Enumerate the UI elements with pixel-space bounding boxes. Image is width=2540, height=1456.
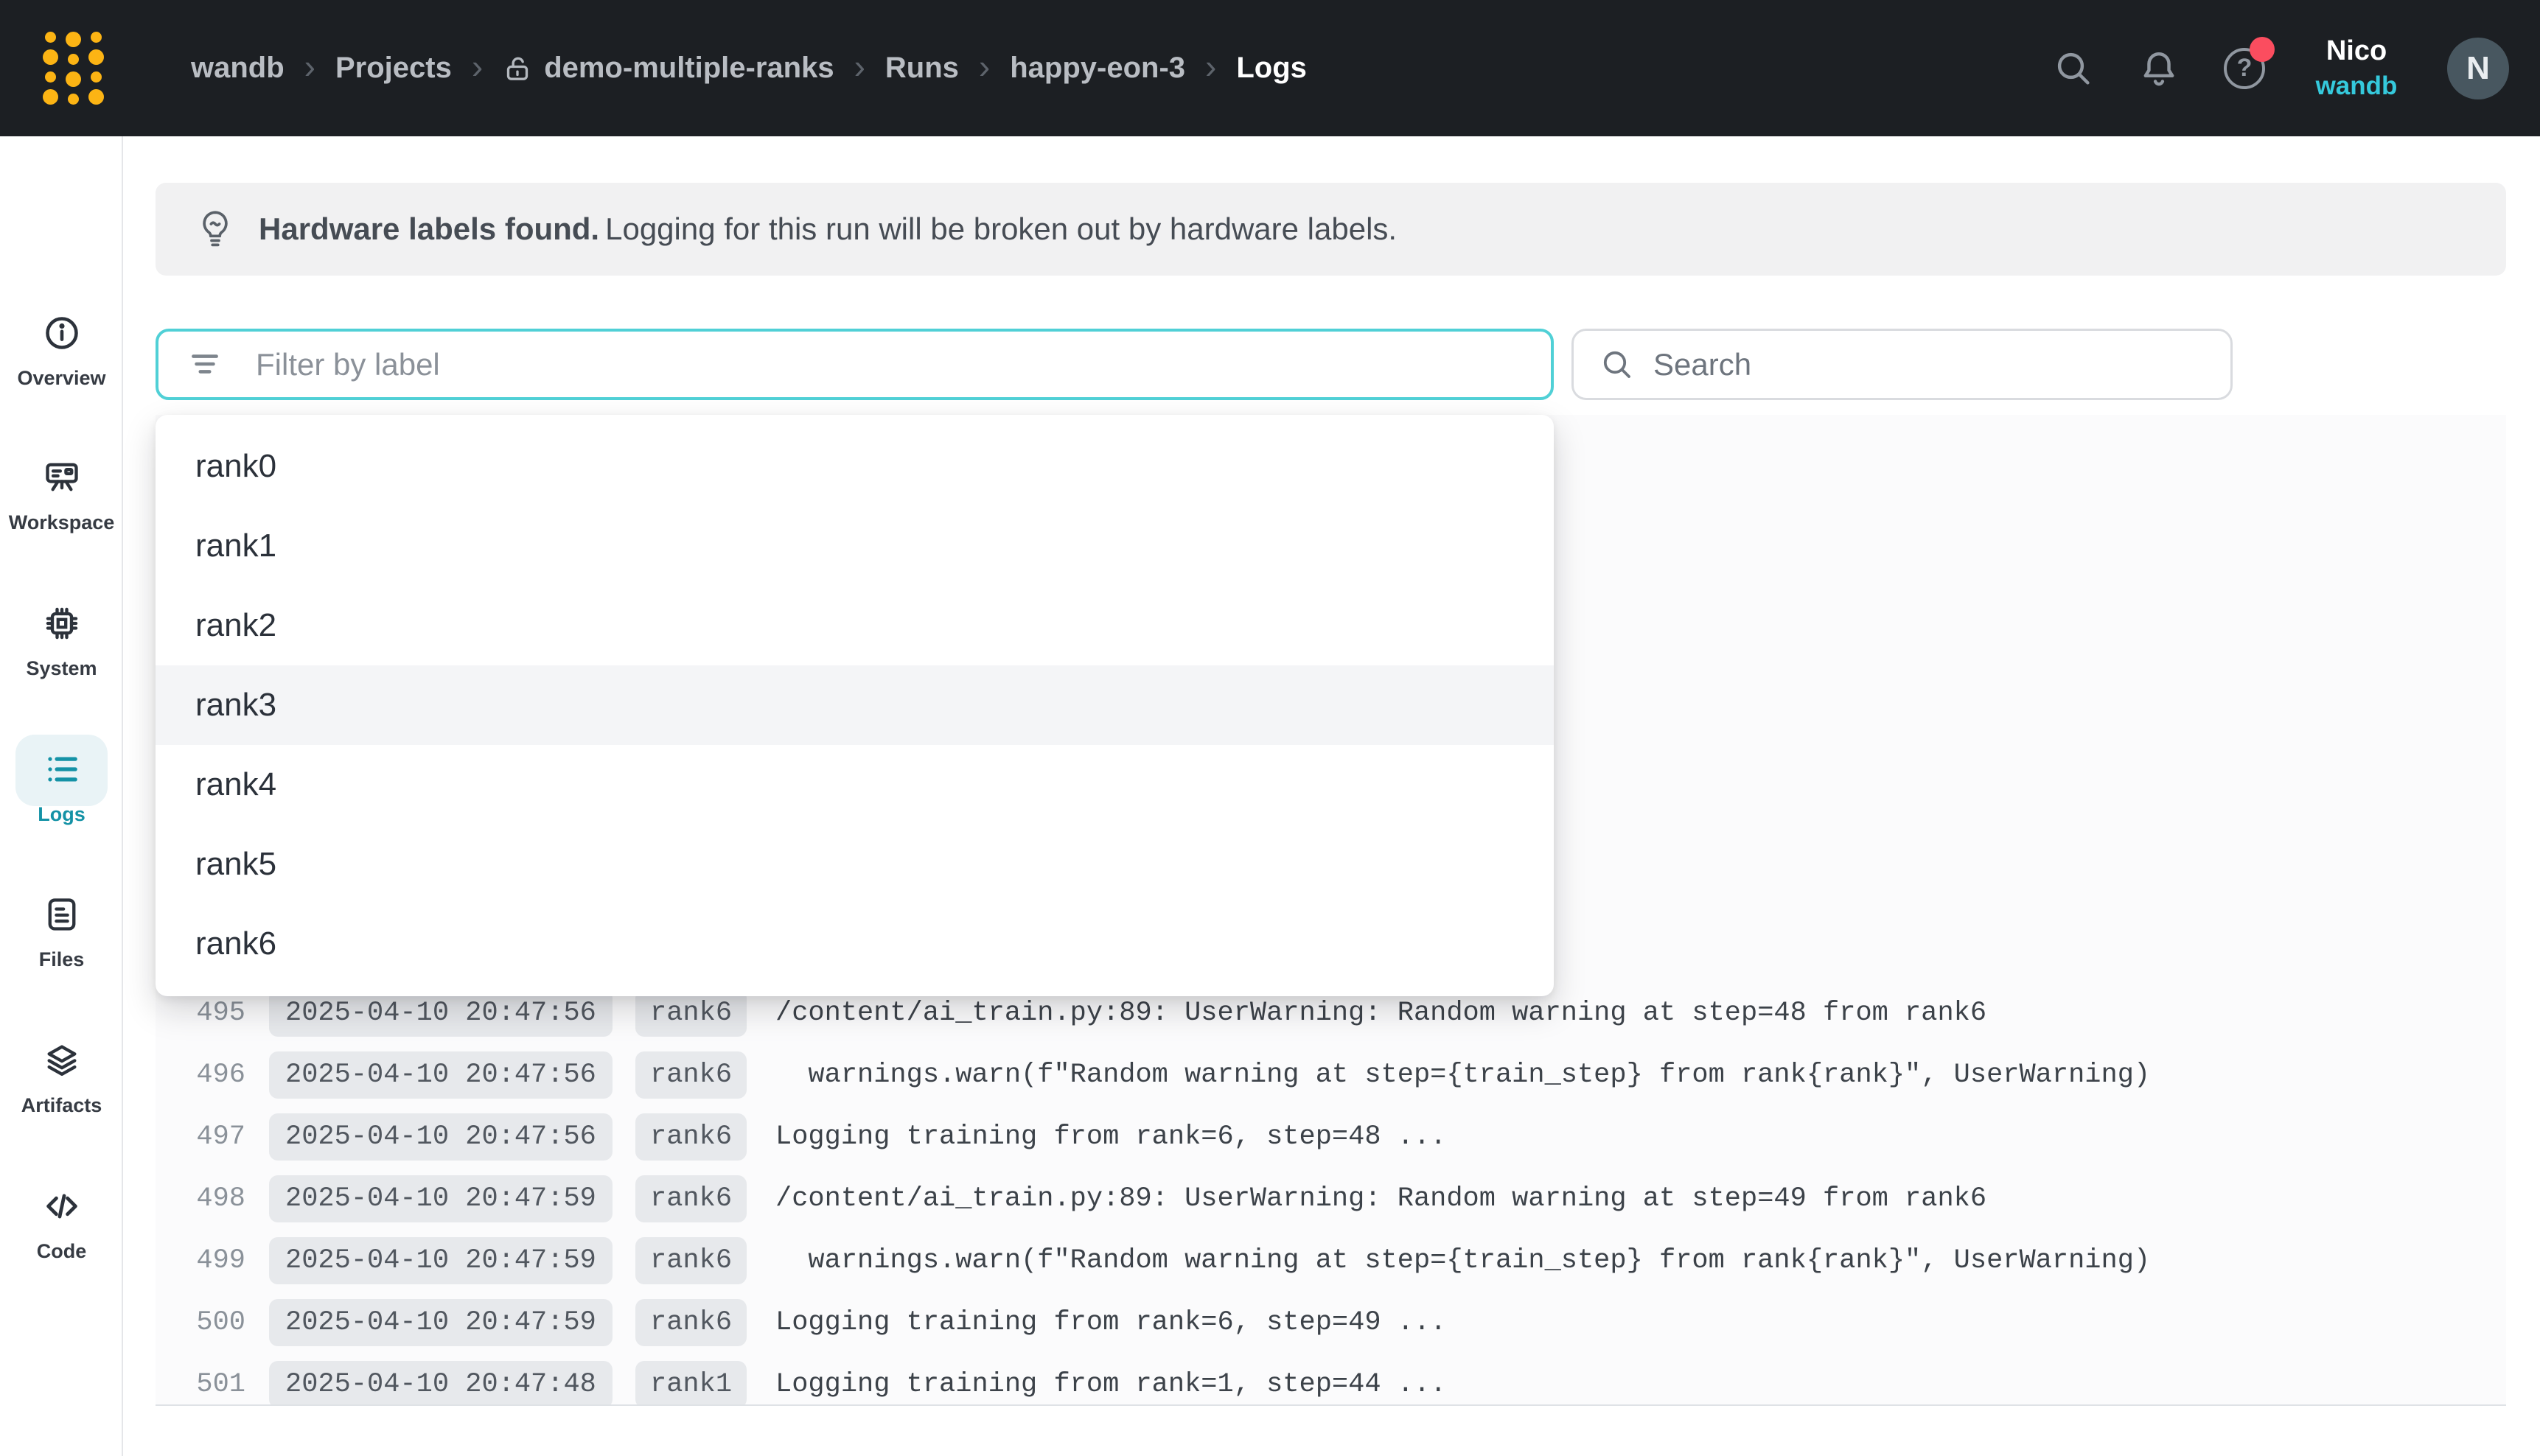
- bell-icon: [2138, 48, 2180, 89]
- search-icon: [2053, 48, 2094, 89]
- sidebar-item-artifacts[interactable]: Artifacts: [0, 1041, 123, 1117]
- sidebar-item-label: Artifacts: [21, 1094, 102, 1117]
- notification-dot: [2250, 37, 2275, 62]
- dropdown-option-rank4[interactable]: rank4: [156, 745, 1554, 825]
- rank-label-badge: rank6: [635, 1175, 747, 1222]
- breadcrumb-entity[interactable]: wandb: [191, 52, 285, 85]
- breadcrumb-separator: ›: [1205, 46, 1216, 86]
- log-message: Logging training from rank=6, step=48 ..…: [775, 1106, 1446, 1168]
- filter-by-label-input[interactable]: [156, 329, 1554, 400]
- breadcrumb: wandb › Projects › demo-multiple-ranks ›…: [191, 49, 1307, 88]
- file-icon: [43, 895, 81, 934]
- help-button[interactable]: ?: [2223, 47, 2266, 90]
- rank-label-badge: rank1: [635, 1361, 747, 1406]
- list-icon: [43, 750, 81, 788]
- sidebar-item-label: Workspace: [9, 511, 115, 534]
- sidebar-item-label: Files: [39, 948, 85, 971]
- rank-label-badge: rank6: [635, 1299, 747, 1346]
- notifications-button[interactable]: [2138, 47, 2180, 90]
- breadcrumb-separator: ›: [304, 46, 315, 86]
- sidebar-item-label: Logs: [38, 803, 86, 826]
- breadcrumb-logs-current[interactable]: Logs: [1236, 52, 1307, 85]
- sidebar-item-code[interactable]: Code: [0, 1187, 123, 1263]
- log-line-number: 501: [156, 1354, 245, 1406]
- label-filter-dropdown: rank0 rank1 rank2 rank3 rank4 rank5 rank…: [156, 415, 1554, 996]
- dropdown-option-rank1[interactable]: rank1: [156, 506, 1554, 586]
- rank-label-badge: rank6: [635, 1051, 747, 1099]
- search-button[interactable]: [2052, 47, 2095, 90]
- dropdown-option-rank6[interactable]: rank6: [156, 904, 1554, 984]
- sidebar-item-overview[interactable]: Overview: [0, 314, 123, 390]
- layers-icon: [43, 1041, 81, 1079]
- log-message: warnings.warn(f"Random warning at step={…: [775, 1230, 2150, 1292]
- dropdown-option-rank3[interactable]: rank3: [156, 665, 1554, 745]
- sidebar-item-logs[interactable]: Logs: [0, 750, 123, 826]
- user-team: wandb: [2316, 71, 2398, 101]
- code-icon: [43, 1187, 81, 1225]
- log-message: warnings.warn(f"Random warning at step={…: [775, 1044, 2150, 1106]
- log-message: Logging training from rank=1, step=44 ..…: [775, 1354, 1446, 1406]
- rank-label-badge: rank6: [635, 1237, 747, 1284]
- rank-label-badge: rank6: [635, 1113, 747, 1161]
- breadcrumb-separator: ›: [854, 46, 865, 86]
- timestamp-badge: 2025-04-10 20:47:59: [269, 1299, 613, 1346]
- timestamp-badge: 2025-04-10 20:47:48: [269, 1361, 613, 1406]
- banner-text: Hardware labels found.Logging for this r…: [259, 211, 1397, 247]
- sidebar-item-label: System: [26, 657, 97, 680]
- dropdown-option-rank5[interactable]: rank5: [156, 825, 1554, 904]
- timestamp-badge: 2025-04-10 20:47:59: [269, 1237, 613, 1284]
- unlock-icon: [503, 52, 532, 85]
- run-sidebar: Overview Workspace System: [0, 136, 123, 1456]
- log-line-number: 499: [156, 1230, 245, 1292]
- breadcrumb-runs[interactable]: Runs: [885, 52, 959, 85]
- user-name: Nico: [2326, 35, 2387, 67]
- sidebar-item-label: Overview: [17, 367, 105, 390]
- dropdown-option-rank0[interactable]: rank0: [156, 427, 1554, 506]
- log-row: 497 2025-04-10 20:47:56 rank6 Logging tr…: [156, 1106, 2506, 1168]
- log-message: /content/ai_train.py:89: UserWarning: Ra…: [775, 1168, 1986, 1230]
- log-line-number: 497: [156, 1106, 245, 1168]
- log-search-input[interactable]: [1571, 329, 2233, 400]
- timestamp-badge: 2025-04-10 20:47:56: [269, 990, 613, 1037]
- log-row: 501 2025-04-10 20:47:48 rank1 Logging tr…: [156, 1354, 2506, 1406]
- breadcrumb-projects[interactable]: Projects: [335, 52, 452, 85]
- log-row: 500 2025-04-10 20:47:59 rank6 Logging tr…: [156, 1292, 2506, 1354]
- breadcrumb-project[interactable]: demo-multiple-ranks: [503, 52, 834, 85]
- breadcrumb-separator: ›: [979, 46, 990, 86]
- hardware-labels-banner: Hardware labels found.Logging for this r…: [156, 183, 2506, 276]
- user-menu[interactable]: Nico wandb: [2309, 35, 2404, 101]
- log-line-number: 496: [156, 1044, 245, 1106]
- sidebar-item-workspace[interactable]: Workspace: [0, 458, 123, 534]
- chip-icon: [43, 604, 81, 643]
- log-message: Logging training from rank=6, step=49 ..…: [775, 1292, 1446, 1354]
- log-row: 496 2025-04-10 20:47:56 rank6 warnings.w…: [156, 1044, 2506, 1106]
- wandb-logo-icon[interactable]: [43, 32, 104, 105]
- dropdown-option-rank2[interactable]: rank2: [156, 586, 1554, 665]
- breadcrumb-run-name[interactable]: happy-eon-3: [1010, 52, 1185, 85]
- avatar[interactable]: N: [2447, 38, 2509, 99]
- info-icon: [43, 314, 81, 352]
- sidebar-item-files[interactable]: Files: [0, 895, 123, 971]
- timestamp-badge: 2025-04-10 20:47:56: [269, 1113, 613, 1161]
- sidebar-item-label: Code: [37, 1240, 87, 1263]
- timestamp-badge: 2025-04-10 20:47:59: [269, 1175, 613, 1222]
- sidebar-item-system[interactable]: System: [0, 604, 123, 680]
- lightbulb-icon: [197, 208, 234, 251]
- navbar-right-cluster: ? Nico wandb N: [2052, 0, 2509, 136]
- log-row: 498 2025-04-10 20:47:59 rank6 /content/a…: [156, 1168, 2506, 1230]
- top-navbar: wandb › Projects › demo-multiple-ranks ›…: [0, 0, 2540, 136]
- rank-label-badge: rank6: [635, 990, 747, 1037]
- log-row: 499 2025-04-10 20:47:59 rank6 warnings.w…: [156, 1230, 2506, 1292]
- workspace-icon: [43, 458, 81, 497]
- timestamp-badge: 2025-04-10 20:47:56: [269, 1051, 613, 1099]
- breadcrumb-separator: ›: [472, 46, 483, 86]
- log-line-number: 500: [156, 1292, 245, 1354]
- log-line-number: 498: [156, 1168, 245, 1230]
